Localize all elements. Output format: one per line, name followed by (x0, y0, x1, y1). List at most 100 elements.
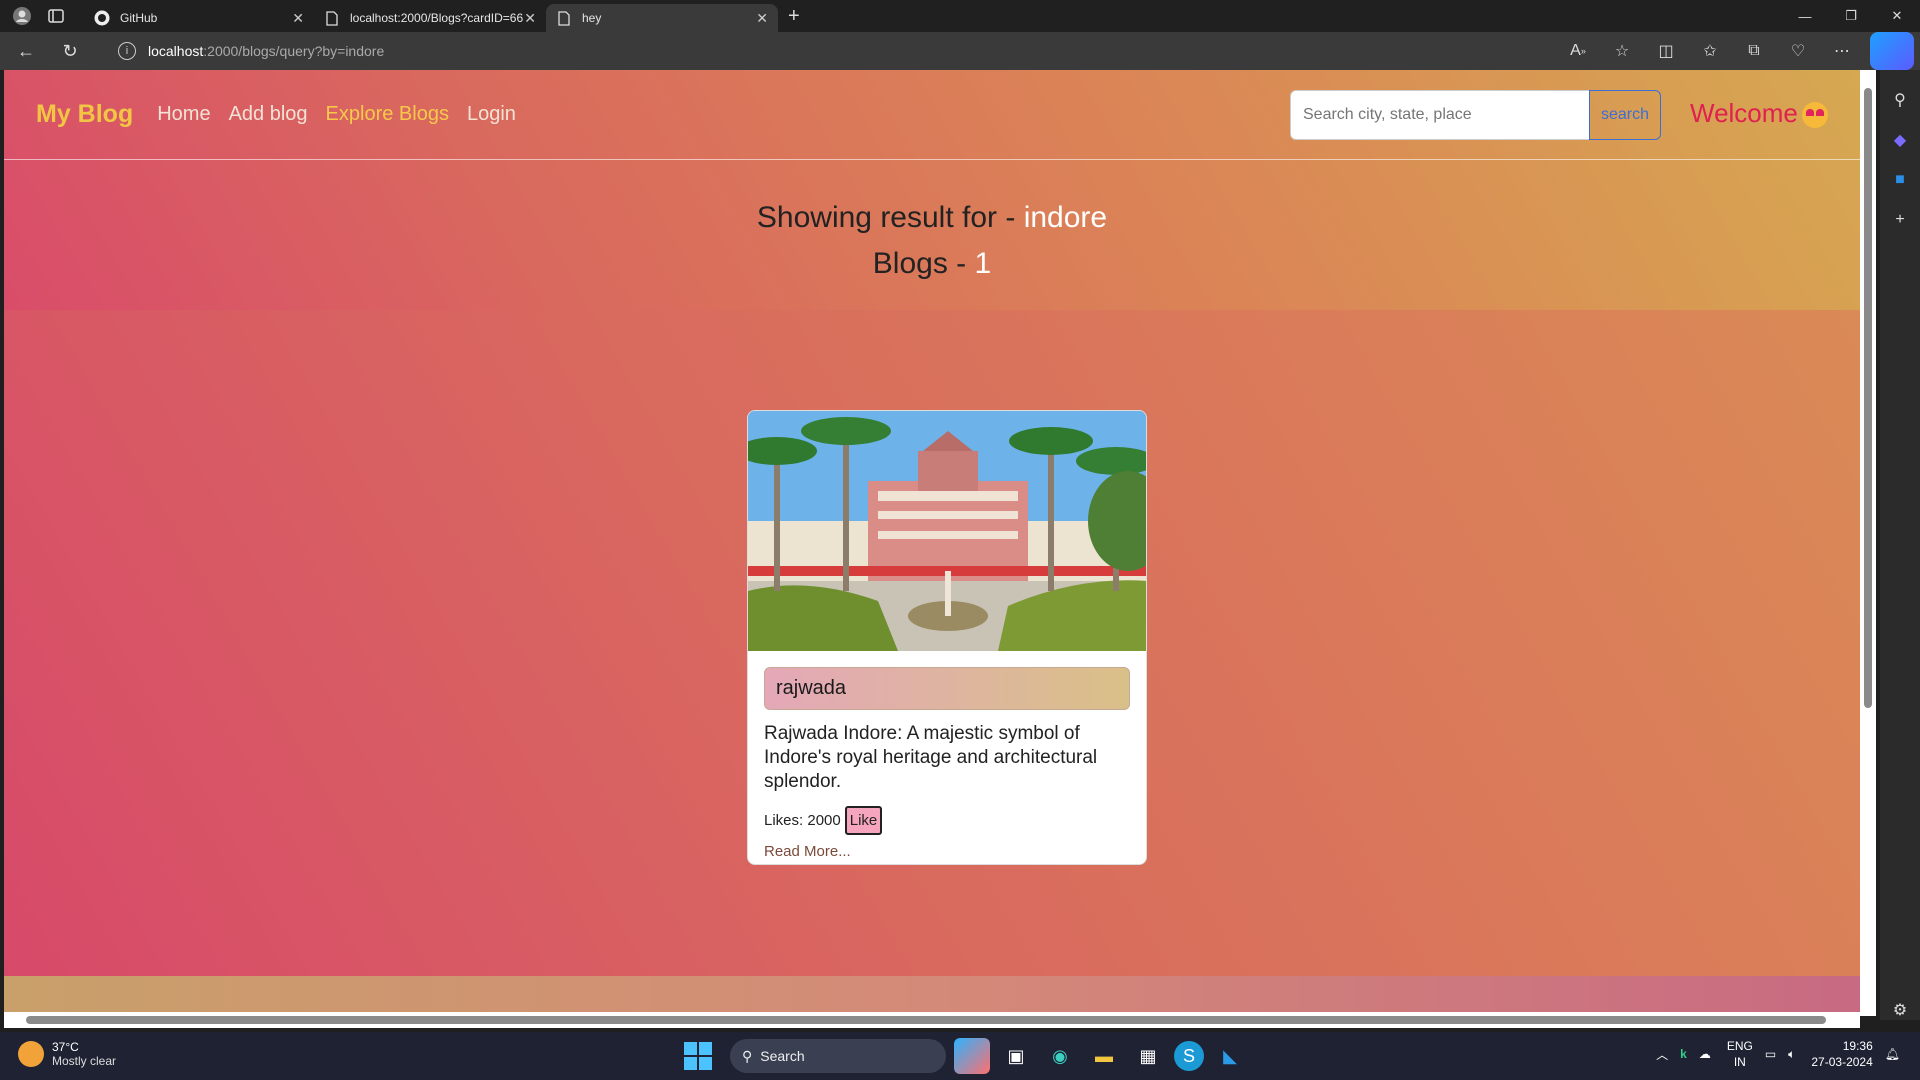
nav-explore-blogs[interactable]: Explore Blogs (326, 103, 449, 126)
likes-row: Likes: 2000 Like (764, 806, 1130, 835)
likes-count: Likes: 2000 (764, 812, 841, 829)
url-field[interactable]: i localhost:2000/blogs/query?by=indore (104, 36, 1534, 66)
page-icon (556, 10, 572, 26)
time: 19:36 (1842, 1039, 1873, 1053)
welcome-text: Welcome (1690, 98, 1798, 128)
taskbar-search[interactable]: ⚲ Search (730, 1039, 946, 1073)
vscode-icon[interactable]: ◣ (1212, 1038, 1248, 1074)
weather-widget[interactable]: 37°C Mostly clear (18, 1040, 116, 1068)
read-more-link[interactable]: Read More... (764, 843, 1130, 860)
nav-login[interactable]: Login (467, 103, 516, 126)
add-sidebar-app-icon[interactable]: + (1880, 200, 1920, 240)
language-code: ENG (1726, 1039, 1753, 1053)
notifications-icon[interactable]: 🔔︎ (1885, 1047, 1900, 1061)
weather-condition: Mostly clear (52, 1054, 117, 1068)
network-icon[interactable]: ▭ (1765, 1047, 1776, 1061)
horizontal-scrollbar[interactable] (4, 1012, 1860, 1028)
site-info-icon[interactable]: i (118, 42, 136, 60)
favorites-icon[interactable]: ✩ (1688, 32, 1732, 70)
copilot-sidebar-icon[interactable]: ◆ (1880, 120, 1920, 160)
favorite-star-icon[interactable]: ☆ (1600, 32, 1644, 70)
collections-icon[interactable]: ⧉ (1732, 32, 1776, 70)
taskbar-search-label: Search (760, 1048, 805, 1064)
language-indicator[interactable]: ENG IN (1727, 1038, 1753, 1070)
tab-title: GitHub (120, 11, 158, 25)
count-prefix: Blogs - (872, 247, 975, 280)
blog-card-body: rajwada Rajwada Indore: A majestic symbo… (748, 651, 1146, 860)
results-heading: Showing result for - indore Blogs - 1 (4, 195, 1860, 287)
results-prefix: Showing result for - (756, 201, 1024, 234)
region-code: IN (1733, 1055, 1746, 1069)
search-input[interactable] (1290, 90, 1590, 140)
github-icon (94, 10, 110, 26)
results-count: 1 (974, 247, 992, 280)
results-query-line: Showing result for - indore (4, 195, 1860, 241)
site-navbar: My Blog Home Add blog Explore Blogs Logi… (4, 70, 1860, 160)
page-icon (324, 10, 340, 26)
close-tab-icon[interactable]: ✕ (292, 10, 304, 27)
restore-icon[interactable]: ❐ (1828, 0, 1874, 32)
taskbar-apps: ⚲ Search ▣ ◉ ▬ ▦ S ◣ (680, 1038, 1248, 1074)
brand-logo[interactable]: My Blog (36, 100, 133, 129)
refresh-icon[interactable]: ↻ (52, 36, 88, 66)
date: 27-03-2024 (1811, 1055, 1873, 1069)
profile-icon[interactable] (10, 4, 34, 28)
tab-github[interactable]: GitHub ✕ (84, 4, 314, 32)
browser-essentials-icon[interactable]: ♡ (1776, 32, 1820, 70)
search-icon: ⚲ (742, 1047, 753, 1064)
search-button[interactable]: search (1589, 90, 1661, 140)
blog-card-description: Rajwada Indore: A majestic symbol of Ind… (764, 723, 1098, 792)
blog-card-image (748, 411, 1146, 651)
windows-start-icon[interactable] (680, 1038, 716, 1074)
close-tab-icon[interactable]: ✕ (524, 10, 536, 27)
window-controls: — ❐ ✕ (1782, 0, 1920, 32)
results-query: indore (1023, 201, 1108, 234)
file-explorer-icon[interactable]: ▬ (1086, 1038, 1122, 1074)
edge-browser-icon[interactable]: ◉ (1042, 1038, 1078, 1074)
address-bar-row: ← ↻ i localhost:2000/blogs/query?by=indo… (0, 32, 1920, 70)
url-host: localhost (148, 43, 204, 59)
task-view-icon[interactable]: ▣ (998, 1038, 1034, 1074)
system-tray: ︿ k ☁ ENG IN ▭ 🔈︎ 19:36 27-03-2024 🔔︎ (1644, 1038, 1900, 1070)
clock[interactable]: 19:36 27-03-2024 (1811, 1038, 1872, 1070)
minimize-icon[interactable]: — (1782, 0, 1828, 32)
tab-title: localhost:2000/Blogs?cardID=66 (350, 11, 524, 25)
nav-add-blog[interactable]: Add blog (229, 103, 308, 126)
skype-icon[interactable]: S (1174, 1041, 1204, 1071)
tray-app-k-icon[interactable]: k (1680, 1047, 1687, 1061)
back-icon[interactable]: ← (8, 36, 44, 66)
search-icon[interactable]: ⚲ (1880, 80, 1920, 120)
read-aloud-icon[interactable]: A» (1556, 32, 1600, 70)
weather-icon (18, 1041, 44, 1067)
close-tab-icon[interactable]: ✕ (756, 10, 768, 27)
sidebar-settings-icon[interactable]: ⚙ (1880, 990, 1920, 1030)
windows-taskbar: 37°C Mostly clear ⚲ Search ▣ ◉ ▬ ▦ S ◣ ︿… (0, 1032, 1920, 1080)
footer-strip (4, 976, 1860, 1016)
edge-sidebar: ⚲ ◆ ■ + ⚙ (1880, 70, 1920, 1020)
microsoft-store-icon[interactable]: ▦ (1130, 1038, 1166, 1074)
vertical-scroll-thumb[interactable] (1864, 88, 1872, 708)
copilot-app-icon[interactable] (954, 1038, 990, 1074)
onedrive-icon[interactable]: ☁ (1699, 1047, 1711, 1061)
browser-tab-bar: GitHub ✕ localhost:2000/Blogs?cardID=66 … (0, 0, 1920, 32)
copilot-icon[interactable] (1870, 32, 1914, 70)
horizontal-scroll-thumb[interactable] (26, 1016, 1826, 1024)
outlook-icon[interactable]: ■ (1880, 160, 1920, 200)
split-screen-icon[interactable]: ◫ (1644, 32, 1688, 70)
results-count-line: Blogs - 1 (4, 241, 1860, 287)
tab-hey[interactable]: hey ✕ (546, 4, 778, 32)
tab-localhost-blogs[interactable]: localhost:2000/Blogs?cardID=66 ✕ (314, 4, 546, 32)
like-button[interactable]: Like (844, 806, 883, 835)
url-path: :2000/blogs/query?by=indore (203, 43, 385, 59)
vertical-scrollbar[interactable] (1860, 70, 1876, 1016)
volume-icon[interactable]: 🔈︎ (1788, 1047, 1795, 1062)
close-window-icon[interactable]: ✕ (1874, 0, 1920, 32)
welcome-message: Welcome (1690, 98, 1828, 129)
tab-title: hey (582, 11, 602, 25)
nav-home[interactable]: Home (157, 103, 210, 126)
more-menu-icon[interactable]: ⋯ (1820, 32, 1864, 70)
show-hidden-icons-icon[interactable]: ︿ (1656, 1046, 1668, 1063)
tab-actions-icon[interactable] (44, 4, 68, 28)
new-tab-icon[interactable]: + (788, 5, 800, 28)
page-viewport: My Blog Home Add blog Explore Blogs Logi… (4, 70, 1860, 1016)
